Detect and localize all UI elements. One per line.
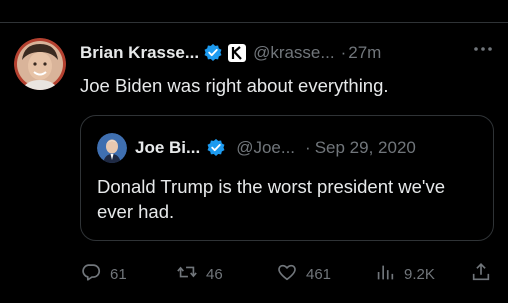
quoted-tweet-text: Donald Trump is the worst president we'v… bbox=[97, 176, 445, 222]
separator-dot: · bbox=[340, 43, 347, 62]
views-count: 9.2K bbox=[404, 265, 435, 283]
k-affiliation-icon[interactable] bbox=[227, 43, 247, 63]
like-count: 461 bbox=[306, 265, 332, 283]
verified-badge-icon bbox=[203, 43, 223, 63]
quoted-author-avatar[interactable] bbox=[97, 133, 127, 163]
reply-count: 61 bbox=[110, 265, 127, 283]
views-button[interactable]: 9.2K bbox=[374, 262, 435, 286]
verified-badge-icon bbox=[206, 138, 226, 158]
more-options-icon[interactable] bbox=[472, 38, 494, 60]
retweet-count: 46 bbox=[206, 265, 223, 283]
views-icon bbox=[374, 261, 396, 287]
separator-dot: · bbox=[305, 138, 311, 157]
quoted-tweet-header: Joe Bi... @Joe... · Sep 29, 2020 bbox=[97, 133, 487, 163]
quoted-tweet-card[interactable]: Joe Bi... @Joe... · Sep 29, 2020 Donald … bbox=[80, 115, 494, 241]
quoted-author-name[interactable]: Joe Bi... bbox=[135, 138, 200, 158]
reply-icon bbox=[80, 261, 102, 287]
retweet-button[interactable]: 46 bbox=[176, 262, 223, 286]
quoted-author-handle[interactable]: @Joe... bbox=[236, 138, 295, 158]
share-button[interactable] bbox=[470, 262, 492, 286]
quoted-tweet-date[interactable]: Sep 29, 2020 bbox=[315, 138, 416, 158]
reply-button[interactable]: 61 bbox=[80, 262, 127, 286]
author-name[interactable]: Brian Krasse... bbox=[80, 43, 199, 63]
tweet-header: Brian Krasse... @krasse... · 27m bbox=[80, 41, 500, 65]
author-avatar[interactable] bbox=[14, 38, 66, 90]
divider bbox=[0, 22, 508, 23]
share-icon bbox=[470, 261, 492, 287]
tweet-timestamp[interactable]: 27m bbox=[348, 43, 381, 63]
author-handle[interactable]: @krasse... bbox=[253, 43, 335, 63]
tweet-text: Joe Biden was right about everything. bbox=[80, 75, 389, 96]
like-icon bbox=[276, 261, 298, 287]
like-button[interactable]: 461 bbox=[276, 262, 331, 286]
tweet-actions: 61 46 461 9.2K bbox=[80, 262, 500, 286]
retweet-icon bbox=[176, 261, 198, 287]
